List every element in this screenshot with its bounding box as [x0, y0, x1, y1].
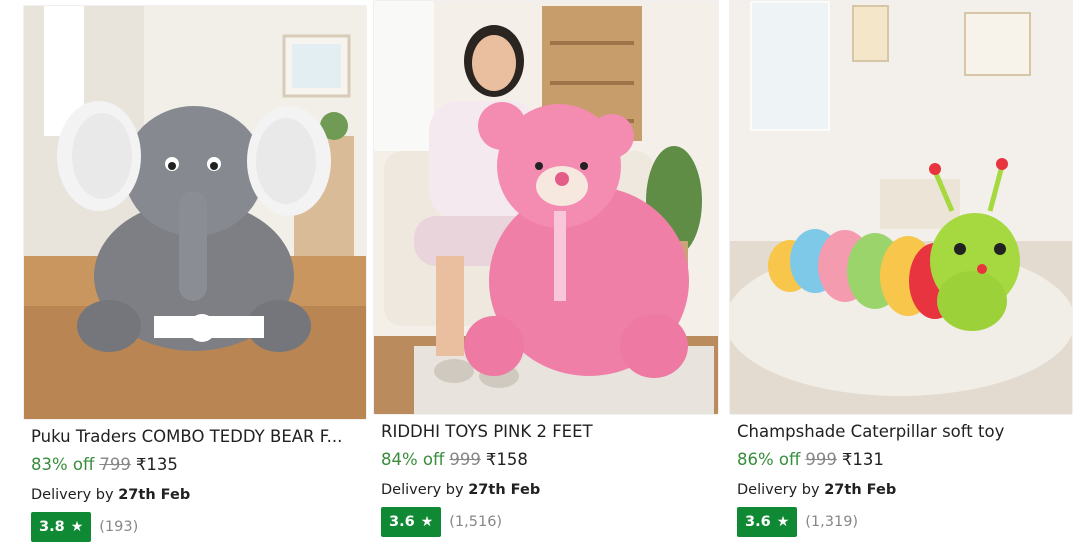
product-card[interactable]: RIDDHI TOYS PINK 2 FEET 84% off 999 ₹158 D…: [373, 0, 719, 550]
original-price: 999: [449, 450, 481, 469]
product-image[interactable]: [729, 0, 1073, 415]
rating-row: 3.6 ★ (1,319): [737, 507, 858, 537]
selling-price: ₹135: [135, 455, 178, 474]
rating-badge[interactable]: 3.6 ★: [381, 507, 442, 537]
product-title[interactable]: Puku Traders COMBO TEDDY BEAR F...: [31, 427, 361, 446]
rating-count: (1,516): [449, 514, 503, 530]
star-icon: ★: [420, 514, 434, 530]
selling-price: ₹131: [841, 450, 884, 469]
delivery-date: 27th Feb: [824, 482, 897, 498]
delivery-prefix: Delivery by: [737, 482, 820, 498]
price-row: 84% off 999 ₹158: [381, 450, 528, 469]
discount-label: 84% off: [381, 450, 445, 469]
delivery-info: Delivery by 27th Feb: [31, 487, 190, 503]
product-title[interactable]: Champshade Caterpillar soft toy: [737, 422, 1067, 441]
rating-row: 3.8 ★ (193): [31, 512, 138, 542]
discount-label: 83% off: [31, 455, 95, 474]
delivery-date: 27th Feb: [468, 482, 541, 498]
price-row: 86% off 999 ₹131: [737, 450, 884, 469]
rating-value: 3.6: [389, 514, 415, 530]
product-card[interactable]: Champshade Caterpillar soft toy 86% off 9…: [729, 0, 1073, 550]
star-icon: ★: [70, 519, 84, 535]
original-price: 799: [99, 455, 131, 474]
elephant-plush-image: [24, 6, 366, 419]
rating-row: 3.6 ★ (1,516): [381, 507, 502, 537]
product-image[interactable]: [373, 0, 719, 415]
product-title[interactable]: RIDDHI TOYS PINK 2 FEET: [381, 422, 711, 441]
product-card[interactable]: Puku Traders COMBO TEDDY BEAR F... 83% o…: [23, 0, 367, 550]
rating-count: (1,319): [805, 514, 859, 530]
product-image[interactable]: [23, 5, 367, 420]
rating-badge[interactable]: 3.8 ★: [31, 512, 92, 542]
pink-teddy-image: [374, 1, 718, 414]
discount-label: 86% off: [737, 450, 801, 469]
delivery-prefix: Delivery by: [31, 487, 114, 503]
delivery-info: Delivery by 27th Feb: [381, 482, 540, 498]
price-row: 83% off 799 ₹135: [31, 455, 178, 474]
rating-badge[interactable]: 3.6 ★: [737, 507, 798, 537]
original-price: 999: [805, 450, 837, 469]
star-icon: ★: [776, 514, 790, 530]
caterpillar-plush-image: [730, 1, 1072, 414]
selling-price: ₹158: [485, 450, 528, 469]
delivery-date: 27th Feb: [118, 487, 191, 503]
rating-value: 3.8: [39, 519, 65, 535]
rating-value: 3.6: [745, 514, 771, 530]
delivery-prefix: Delivery by: [381, 482, 464, 498]
rating-count: (193): [99, 519, 139, 535]
delivery-info: Delivery by 27th Feb: [737, 482, 896, 498]
